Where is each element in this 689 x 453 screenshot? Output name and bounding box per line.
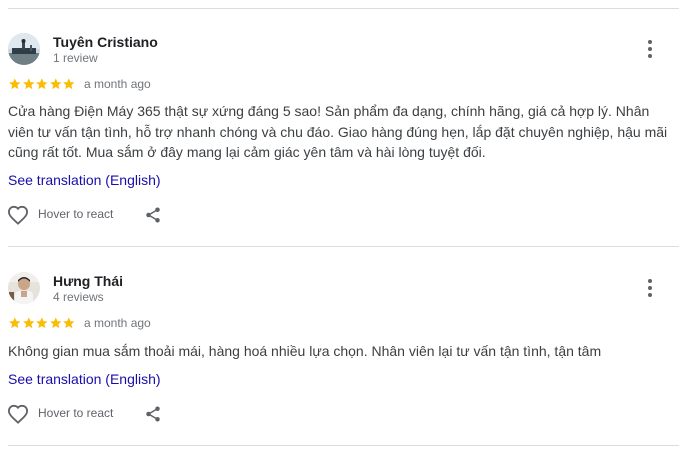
share-icon — [146, 406, 160, 422]
star-icon — [22, 78, 35, 90]
divider — [8, 246, 679, 247]
see-translation-link[interactable]: See translation (English) — [8, 371, 161, 387]
avatar[interactable] — [8, 33, 40, 65]
review-date: a month ago — [84, 77, 151, 91]
author-name[interactable]: Tuyên Cristiano — [53, 34, 158, 50]
review-text: Cửa hàng Điện Máy 365 thật sự xứng đáng … — [8, 103, 668, 160]
star-icon — [22, 317, 35, 329]
star-icon — [9, 78, 21, 90]
avatar[interactable] — [8, 272, 40, 304]
react-label[interactable]: Hover to react — [38, 207, 113, 221]
more-options-button[interactable] — [638, 37, 662, 61]
more-vert-icon — [648, 40, 652, 58]
share-icon — [146, 207, 160, 223]
author-review-count[interactable]: 4 reviews — [53, 290, 104, 304]
react-button[interactable] — [7, 404, 29, 424]
star-icon — [36, 78, 48, 90]
author-review-count[interactable]: 1 review — [53, 51, 98, 65]
star-icon — [63, 78, 75, 90]
divider — [8, 445, 679, 446]
divider — [8, 8, 679, 9]
star-icon — [36, 317, 48, 329]
share-button[interactable] — [144, 206, 162, 224]
react-button[interactable] — [7, 205, 29, 225]
star-icon — [9, 317, 21, 329]
star-icon — [49, 78, 62, 90]
review-text: Không gian mua sắm thoải mái, hàng hoá n… — [8, 343, 602, 359]
share-button[interactable] — [144, 405, 162, 423]
reviews-list: Tuyên Cristiano 1 review a month ago Cửa… — [0, 0, 689, 453]
more-vert-icon — [648, 279, 652, 297]
star-icon — [63, 317, 75, 329]
more-options-button[interactable] — [638, 276, 662, 300]
avatar-photo-icon — [8, 272, 40, 304]
review-date: a month ago — [84, 316, 151, 330]
star-rating — [8, 77, 76, 91]
avatar-photo-icon — [8, 33, 40, 65]
star-icon — [49, 317, 62, 329]
heart-outline-icon — [7, 205, 29, 225]
heart-outline-icon — [7, 404, 29, 424]
react-label[interactable]: Hover to react — [38, 406, 113, 420]
author-name[interactable]: Hưng Thái — [53, 273, 123, 289]
see-translation-link[interactable]: See translation (English) — [8, 172, 161, 188]
star-rating — [8, 316, 76, 330]
